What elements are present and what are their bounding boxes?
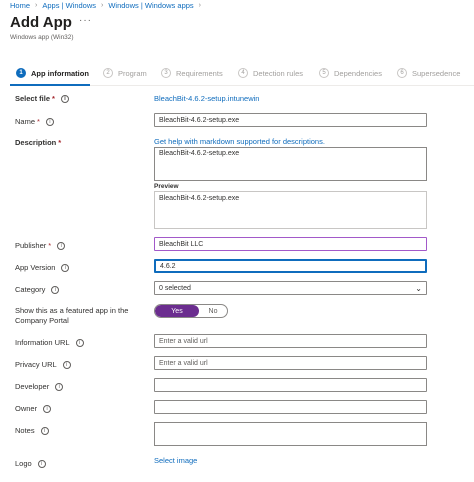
active-step-indicator	[10, 84, 90, 86]
privacy-url-label: Privacy URL i	[15, 360, 71, 369]
name-label-text: Name	[15, 117, 36, 126]
app-version-label-text: App Version	[15, 263, 56, 272]
toggle-yes[interactable]: Yes	[155, 305, 199, 317]
select-file-label-text: Select file	[15, 94, 51, 103]
required-marker: *	[52, 94, 55, 103]
breadcrumb-windows-apps[interactable]: Windows | Windows apps	[108, 1, 193, 10]
step-requirements[interactable]: 3 Requirements	[161, 68, 223, 78]
page-subtitle: Windows app (Win32)	[10, 34, 74, 41]
category-dropdown[interactable]: 0 selected ⌄	[154, 281, 427, 295]
info-icon[interactable]: i	[45, 117, 54, 126]
category-selected-value: 0 selected	[159, 284, 191, 292]
step-number: 6	[397, 68, 407, 78]
more-options-button[interactable]: ···	[79, 15, 92, 26]
breadcrumb-apps-windows[interactable]: Apps | Windows	[42, 1, 96, 10]
info-icon[interactable]: i	[75, 338, 84, 347]
step-label: Requirements	[176, 68, 223, 78]
information-url-label-text: Information URL	[15, 338, 70, 347]
notes-textarea[interactable]	[154, 422, 427, 446]
step-app-information[interactable]: 1 App information	[16, 68, 89, 78]
category-label-text: Category	[15, 285, 46, 294]
info-icon[interactable]: i	[37, 459, 46, 468]
page-title: Add App	[10, 14, 72, 31]
select-image-link[interactable]: Select image	[154, 456, 197, 465]
privacy-url-input[interactable]: Enter a valid url	[154, 356, 427, 370]
developer-input[interactable]	[154, 378, 427, 392]
toggle-no[interactable]: No	[199, 305, 227, 317]
logo-label-text: Logo	[15, 459, 32, 468]
featured-app-toggle[interactable]: Yes No	[154, 304, 228, 318]
logo-label: Logo i	[15, 459, 46, 468]
developer-label: Developer i	[15, 382, 64, 391]
info-icon[interactable]: i	[43, 404, 52, 413]
step-label: Detection rules	[253, 68, 304, 78]
wizard-steps: 1 App information 2 Program 3 Requiremen…	[10, 62, 474, 86]
featured-label-line1: Show this as a featured app in the	[15, 306, 129, 315]
description-preview: BleachBit-4.6.2-setup.exe	[154, 191, 427, 229]
step-supersedence[interactable]: 6 Supersedence	[397, 68, 460, 78]
description-label: Description *	[15, 138, 61, 147]
info-icon[interactable]: i	[61, 263, 70, 272]
info-icon[interactable]: i	[60, 94, 69, 103]
owner-label: Owner i	[15, 404, 52, 413]
preview-label: Preview	[154, 183, 179, 190]
notes-label-text: Notes	[15, 426, 35, 435]
chevron-right-icon: ›	[101, 2, 104, 9]
info-icon[interactable]: i	[57, 241, 66, 250]
name-input[interactable]: BleachBit-4.6.2-setup.exe	[154, 113, 427, 127]
step-number: 1	[16, 68, 26, 78]
info-icon[interactable]: i	[40, 426, 49, 435]
description-textarea[interactable]: BleachBit-4.6.2-setup.exe	[154, 147, 427, 181]
name-label: Name * i	[15, 117, 54, 126]
chevron-right-icon: ›	[35, 2, 38, 9]
app-version-input[interactable]: 4.6.2	[154, 259, 427, 273]
info-icon[interactable]: i	[55, 382, 64, 391]
step-detection-rules[interactable]: 4 Detection rules	[238, 68, 303, 78]
privacy-url-label-text: Privacy URL	[15, 360, 57, 369]
step-number: 5	[319, 68, 329, 78]
step-number: 2	[103, 68, 113, 78]
owner-label-text: Owner	[15, 404, 38, 413]
publisher-input[interactable]: BleachBit LLC	[154, 237, 427, 251]
information-url-label: Information URL i	[15, 338, 84, 347]
chevron-down-icon: ⌄	[415, 283, 422, 293]
developer-label-text: Developer	[15, 382, 50, 391]
step-number: 3	[161, 68, 171, 78]
publisher-label: Publisher * i	[15, 241, 66, 250]
step-number: 4	[238, 68, 248, 78]
step-label: App information	[31, 68, 89, 78]
selected-file-link[interactable]: BleachBit-4.6.2-setup.intunewin	[154, 94, 259, 103]
info-icon[interactable]: i	[62, 360, 71, 369]
publisher-label-text: Publisher	[15, 241, 47, 250]
step-label: Supersedence	[412, 68, 461, 78]
breadcrumb-home[interactable]: Home	[10, 1, 30, 10]
featured-app-label: Show this as a featured app in the Compa…	[15, 306, 128, 326]
chevron-right-icon: ›	[198, 2, 201, 9]
required-marker: *	[37, 117, 40, 126]
required-marker: *	[58, 138, 62, 147]
featured-label-line2: Company Portal	[15, 316, 69, 325]
app-version-label: App Version i	[15, 263, 70, 272]
step-program[interactable]: 2 Program	[103, 68, 147, 78]
step-label: Program	[118, 68, 147, 78]
markdown-help-link[interactable]: Get help with markdown supported for des…	[154, 137, 325, 146]
info-icon[interactable]: i	[51, 285, 60, 294]
category-label: Category i	[15, 285, 60, 294]
select-file-label: Select file * i	[15, 94, 69, 103]
notes-label: Notes i	[15, 426, 49, 435]
breadcrumb: Home › Apps | Windows › Windows | Window…	[10, 1, 206, 10]
description-label-text: Description	[15, 138, 57, 147]
owner-input[interactable]	[154, 400, 427, 414]
step-dependencies[interactable]: 5 Dependencies	[319, 68, 382, 78]
information-url-input[interactable]: Enter a valid url	[154, 334, 427, 348]
step-label: Dependencies	[334, 68, 382, 78]
required-marker: *	[48, 241, 52, 250]
